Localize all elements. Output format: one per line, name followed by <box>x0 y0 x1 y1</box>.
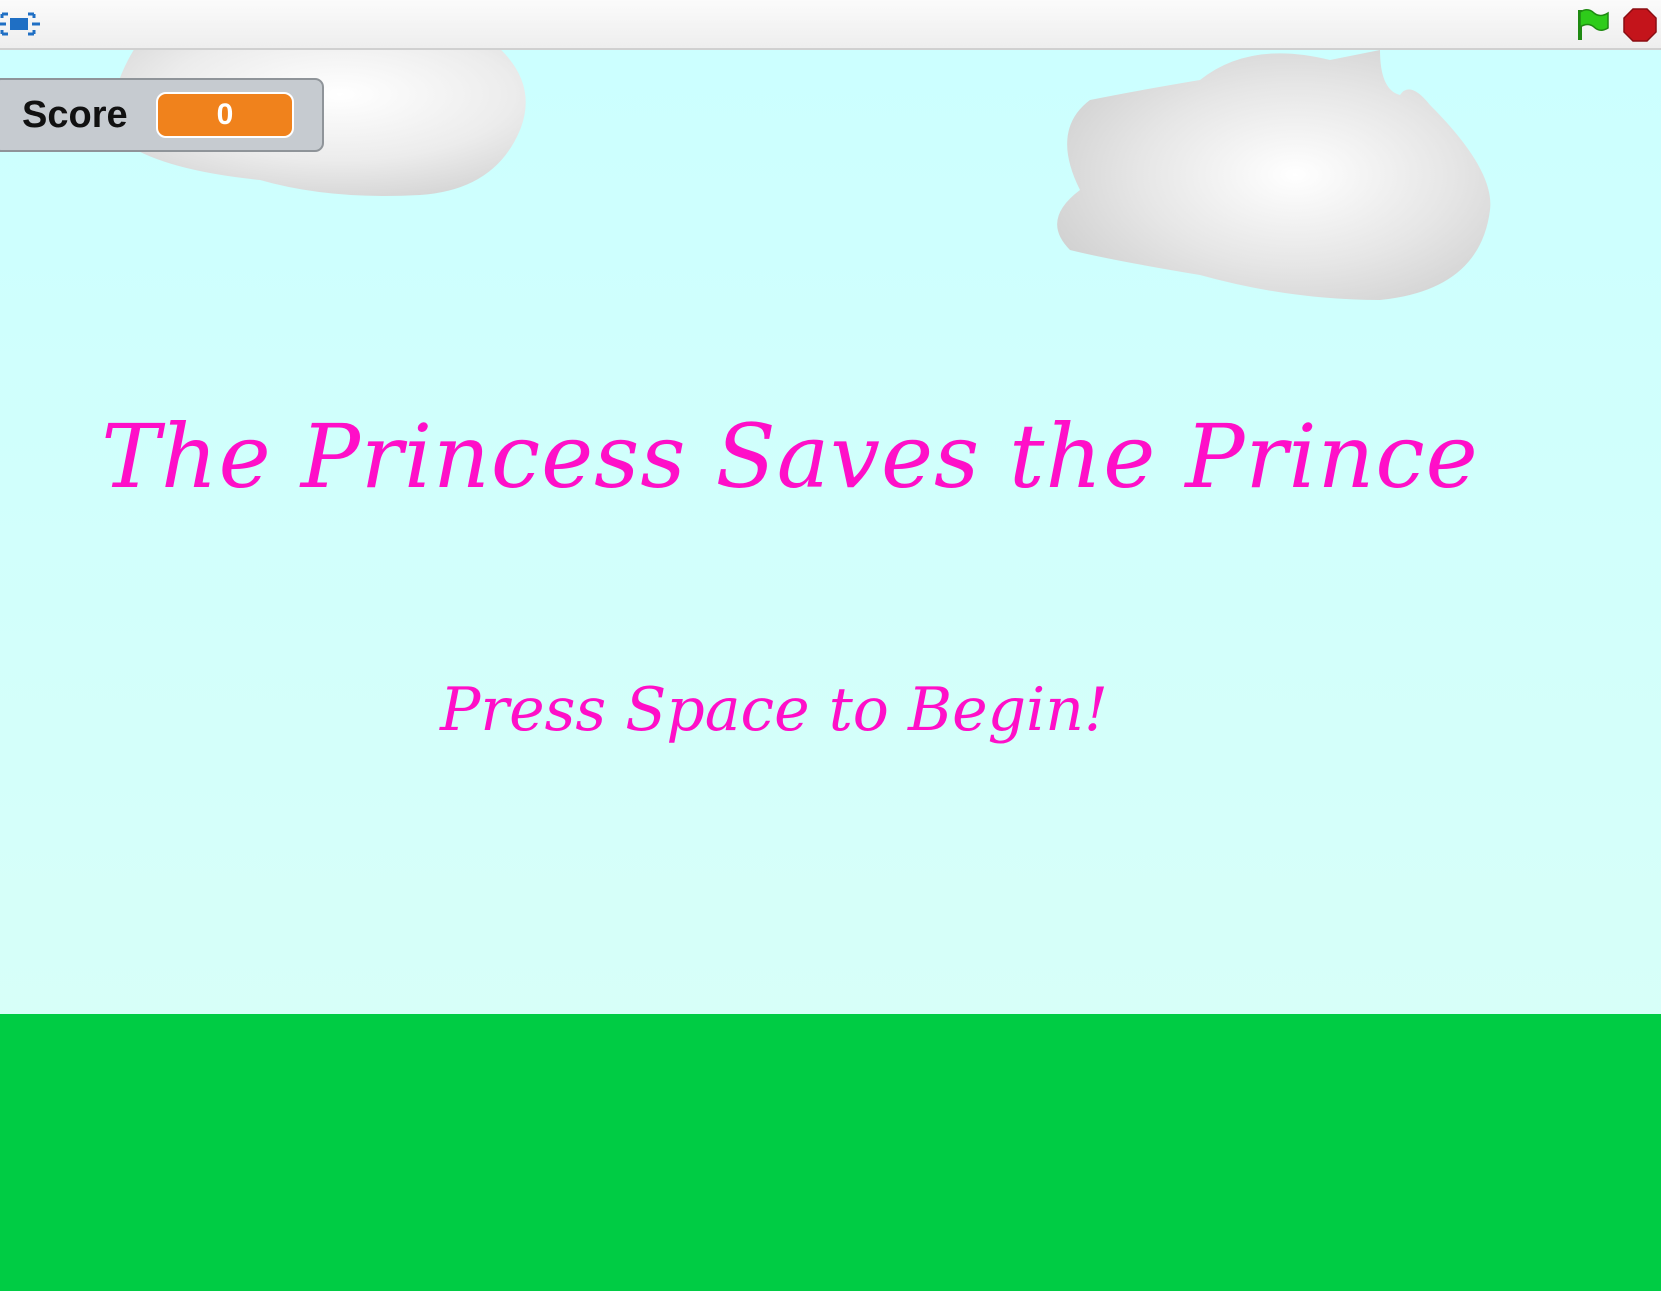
fullscreen-button[interactable] <box>0 4 42 44</box>
game-stage[interactable]: The Princess Saves the Prince Press Spac… <box>0 50 1661 1291</box>
score-label: Score <box>22 94 128 136</box>
scratch-player-window: The Princess Saves the Prince Press Spac… <box>0 0 1661 1291</box>
stop-button[interactable] <box>1620 4 1660 44</box>
score-monitor[interactable]: Score 0 <box>0 78 324 152</box>
green-flag-button[interactable] <box>1574 4 1612 44</box>
fullscreen-icon <box>0 12 40 36</box>
start-prompt: Press Space to Begin! <box>440 675 1108 745</box>
cloud-right <box>1057 50 1491 300</box>
stop-sign-icon <box>1623 8 1657 42</box>
green-flag-icon <box>1578 9 1609 40</box>
game-title: The Princess Saves the Prince <box>101 405 1479 508</box>
score-value: 0 <box>156 92 294 138</box>
grass-ground <box>0 1014 1661 1291</box>
player-controls-bar <box>0 0 1661 50</box>
